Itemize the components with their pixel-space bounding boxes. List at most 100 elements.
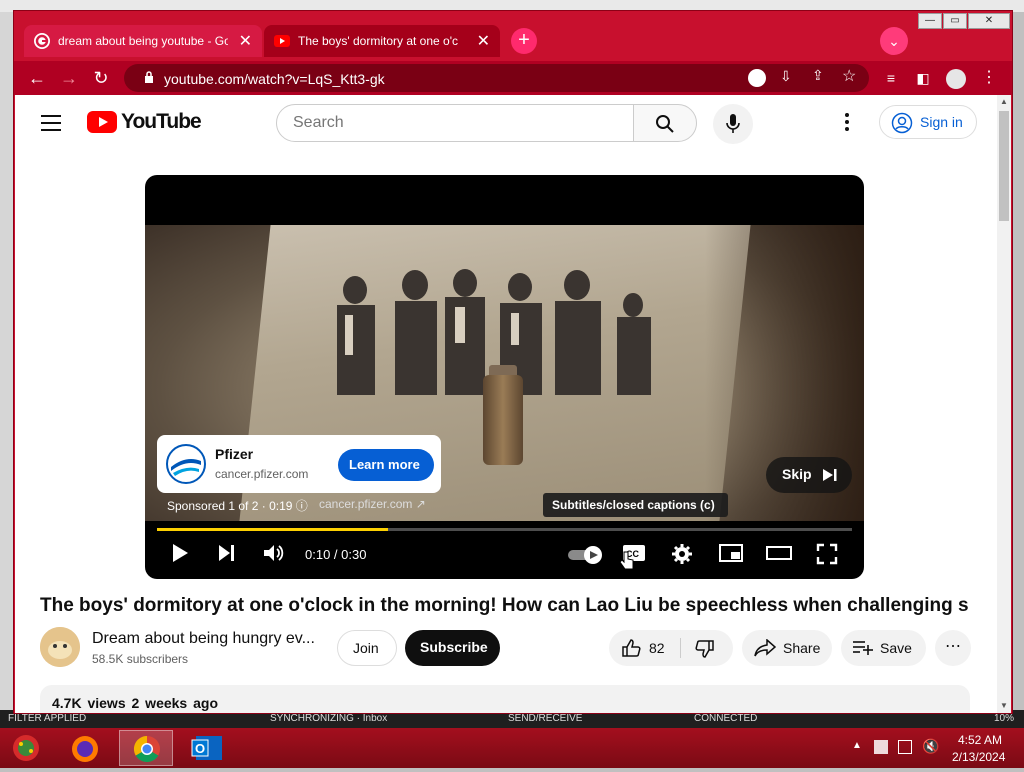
browser-toolbar: ← → ↻ youtube.com/watch?v=LqS_Ktt3-gk ⇩ … — [14, 61, 1012, 95]
share-page-icon[interactable]: ⇪ — [812, 67, 824, 84]
video-title: The boys' dormitory at one o'clock in th… — [40, 595, 969, 616]
fullscreen-icon[interactable] — [816, 543, 838, 565]
subscriber-count: 58.5K subscribers — [92, 652, 189, 666]
microphone-icon — [726, 114, 740, 133]
share-arrow-icon — [754, 639, 776, 657]
close-window-button[interactable]: ✕ — [968, 13, 1010, 29]
more-actions-icon[interactable]: ⋯ — [935, 630, 971, 666]
scroll-up-arrow-icon[interactable]: ▲ — [1000, 97, 1008, 106]
status-connected: CONNECTED — [694, 713, 758, 724]
reload-icon[interactable]: ↻ — [90, 67, 112, 89]
svg-text:O: O — [195, 741, 205, 756]
ad-overlay-card[interactable]: Pfizer cancer.pfizer.com Learn more — [157, 435, 441, 493]
chrome-taskbar-icon[interactable] — [119, 730, 173, 766]
volume-muted-icon[interactable]: 🔇 — [922, 738, 939, 755]
learn-more-button[interactable]: Learn more — [338, 449, 434, 481]
search-placeholder: Search — [293, 114, 344, 131]
youtube-logo-play — [99, 117, 108, 127]
save-label: Save — [880, 640, 912, 656]
description-box[interactable]: 4.7K views 2 weeks ago — [40, 685, 970, 713]
play-icon[interactable] — [171, 543, 189, 563]
settings-gear-icon[interactable] — [671, 543, 693, 565]
new-tab-button[interactable]: + — [511, 28, 537, 54]
share-label: Share — [783, 640, 821, 656]
channel-name[interactable]: Dream about being hungry ev... — [92, 630, 315, 648]
sign-in-button[interactable]: Sign in — [879, 105, 977, 139]
ad-link[interactable]: cancer.pfizer.com ↗ — [319, 497, 426, 511]
youtube-wordmark[interactable]: YouTube — [121, 110, 202, 134]
progress-bar[interactable] — [157, 528, 852, 531]
ad-advertiser-name: Pfizer — [215, 446, 254, 462]
info-icon: ⓘ — [295, 499, 308, 513]
clock-date[interactable]: 2/13/2024 — [952, 750, 1005, 764]
page-scrollbar[interactable]: ▲ ▼ — [997, 95, 1011, 713]
tab-search-chevron-icon[interactable]: ⌄ — [880, 27, 908, 55]
thumbs-up-icon[interactable] — [621, 638, 641, 658]
autoplay-toggle-icon[interactable] — [567, 545, 603, 565]
skip-next-icon — [823, 469, 837, 481]
close-tab-icon[interactable]: ✕ — [477, 31, 490, 51]
subscribe-button[interactable]: Subscribe — [405, 630, 500, 666]
progress-fill — [157, 528, 389, 531]
maximize-button[interactable]: ▭ — [943, 13, 967, 29]
lock-icon — [145, 71, 153, 83]
like-dislike-group: 82 — [609, 630, 733, 666]
side-panel-icon[interactable]: ◧ — [912, 67, 934, 89]
captions-tooltip: Subtitles/closed captions (c) — [543, 493, 728, 517]
scroll-thumb[interactable] — [999, 111, 1009, 221]
tab-label: The boys' dormitory at one o'c — [298, 34, 458, 48]
ad-sponsored-info: Sponsored 1 of 2 · 0:19 ⓘ — [167, 499, 308, 513]
theater-mode-icon[interactable] — [766, 543, 792, 563]
search-input[interactable]: Search — [276, 104, 634, 142]
skip-label: Skip — [782, 466, 812, 482]
reading-list-icon[interactable]: ≡ — [880, 67, 902, 89]
sign-in-label: Sign in — [920, 114, 963, 130]
save-button[interactable]: Save — [841, 630, 926, 666]
like-count: 82 — [649, 640, 665, 656]
tab-youtube-video[interactable]: The boys' dormitory at one o'c ✕ — [264, 25, 500, 57]
scroll-down-arrow-icon[interactable]: ▼ — [1000, 701, 1008, 710]
voice-search-button[interactable] — [713, 104, 753, 144]
next-video-icon[interactable] — [217, 543, 237, 563]
volume-icon[interactable] — [263, 543, 285, 563]
browser-menu-icon[interactable]: ⋮ — [978, 67, 1000, 89]
google-lens-icon[interactable] — [748, 69, 766, 87]
tab-google-search[interactable]: dream about being youtube - Go ✕ — [24, 25, 262, 57]
bookmark-star-icon[interactable]: ☆ — [842, 66, 856, 86]
join-button[interactable]: Join — [337, 630, 397, 666]
network-icon[interactable] — [898, 740, 912, 754]
thumbs-down-icon[interactable] — [695, 639, 715, 659]
skip-ad-button[interactable]: Skip — [766, 457, 852, 493]
show-hidden-icons-chevron[interactable]: ▲ — [852, 740, 862, 751]
view-count: 4.7K views — [52, 695, 126, 711]
address-bar[interactable]: youtube.com/watch?v=LqS_Ktt3-gk ⇩ ⇪ ☆ — [124, 64, 869, 92]
minimize-button[interactable]: — — [918, 13, 942, 29]
menu-hamburger-icon[interactable] — [41, 115, 61, 131]
status-sync: SYNCHRONIZING · Inbox — [270, 713, 388, 724]
install-app-icon[interactable]: ⇩ — [780, 68, 792, 85]
subscribe-label: Subscribe — [420, 639, 488, 655]
miniplayer-icon[interactable] — [719, 543, 743, 563]
channel-avatar[interactable] — [40, 627, 80, 667]
forward-arrow-icon[interactable]: → — [58, 67, 80, 89]
outlook-taskbar-icon[interactable]: O — [182, 730, 236, 766]
clock-time[interactable]: 4:52 AM — [958, 733, 1002, 747]
view-stats: 4.7K views 2 weeks ago — [52, 695, 218, 711]
search-icon — [656, 115, 674, 133]
action-center-icon[interactable] — [874, 740, 888, 754]
close-tab-icon[interactable]: ✕ — [239, 31, 252, 51]
settings-kebab-icon[interactable] — [844, 112, 850, 132]
start-button[interactable] — [4, 730, 48, 766]
youtube-page: YouTube Search Sign in Pfizer cancer.pfi… — [15, 95, 997, 713]
profile-avatar-icon[interactable] — [946, 69, 966, 89]
google-icon — [34, 33, 50, 49]
back-arrow-icon[interactable]: ← — [26, 67, 48, 89]
video-player[interactable]: Pfizer cancer.pfizer.com Learn more Spon… — [145, 175, 864, 579]
external-link-icon: ↗ — [415, 497, 426, 511]
search-button[interactable] — [633, 104, 697, 142]
time-display: 0:10 / 0:30 — [305, 547, 367, 562]
firefox-taskbar-icon[interactable] — [62, 730, 116, 766]
browser-window: dream about being youtube - Go ✕ The boy… — [13, 10, 1013, 714]
share-button[interactable]: Share — [742, 630, 832, 666]
pfizer-logo-icon — [165, 443, 207, 485]
